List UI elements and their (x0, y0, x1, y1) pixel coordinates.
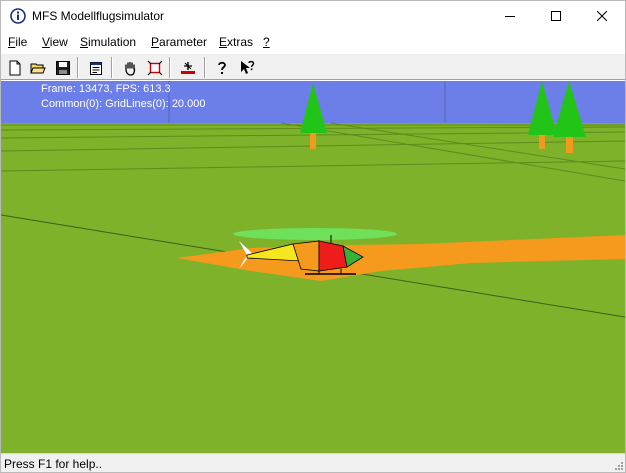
properties-button[interactable] (85, 57, 107, 78)
size-grip-icon[interactable] (612, 459, 624, 471)
help-icon (218, 61, 226, 74)
properties-icon (90, 61, 102, 75)
toolbar-separator (169, 57, 171, 78)
close-icon (597, 11, 607, 21)
hud-gridlines: Common(0): GridLines(0): 20.000 (41, 98, 206, 110)
save-button[interactable] (52, 57, 74, 78)
simulation-viewport[interactable]: Frame: 13473, FPS: 613.3 Common(0): Grid… (1, 81, 625, 453)
hand-pan-icon (125, 61, 136, 76)
window-title: MFS Modellflugsimulator (32, 9, 165, 23)
new-button[interactable] (4, 57, 26, 78)
title-bar[interactable]: MFS Modellflugsimulator (1, 1, 625, 31)
menu-extras[interactable]: Extras (219, 35, 253, 49)
status-bar: Press F1 for help.. (1, 453, 625, 472)
ground (1, 123, 625, 453)
toolbar (1, 53, 625, 80)
menu-help[interactable]: ? (263, 35, 270, 49)
scene-canvas (1, 81, 625, 453)
new-file-icon (9, 60, 21, 75)
help-button[interactable] (211, 57, 233, 78)
zoom-fit-icon (147, 60, 163, 75)
open-folder-icon (30, 63, 46, 73)
minimize-button[interactable] (487, 1, 533, 31)
maximize-button[interactable] (533, 1, 579, 31)
maximize-icon (551, 11, 561, 21)
main-rotor (233, 228, 397, 240)
toolbar-separator (77, 57, 79, 78)
zoom-fit-button[interactable] (144, 57, 166, 78)
open-button[interactable] (27, 57, 49, 78)
minimize-icon (505, 16, 515, 17)
save-disk-icon (56, 60, 70, 75)
pan-button[interactable] (119, 57, 141, 78)
menu-simulation[interactable]: Simulation (80, 35, 136, 49)
application-window: MFS Modellflugsimulator File View Simula… (0, 0, 626, 473)
app-info-icon (10, 8, 26, 24)
menu-bar: File View Simulation Parameter Extras ? (1, 33, 625, 52)
context-help-icon (241, 60, 255, 74)
runway-button[interactable] (177, 57, 199, 78)
toolbar-separator (111, 57, 113, 78)
menu-file[interactable]: File (8, 35, 27, 49)
status-text: Press F1 for help.. (4, 457, 103, 471)
close-button[interactable] (579, 1, 625, 31)
runway-icon (181, 61, 195, 74)
toolbar-separator (204, 57, 206, 78)
hud-frame-fps: Frame: 13473, FPS: 613.3 (41, 83, 171, 95)
menu-view[interactable]: View (42, 35, 68, 49)
context-help-button[interactable] (236, 57, 258, 78)
menu-parameter[interactable]: Parameter (151, 35, 207, 49)
